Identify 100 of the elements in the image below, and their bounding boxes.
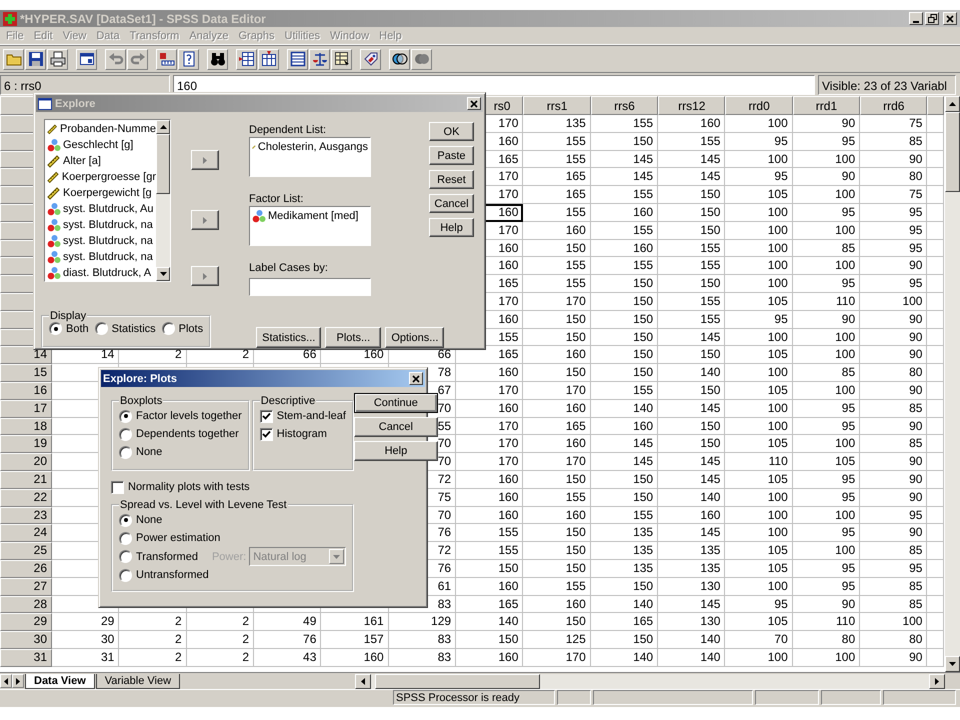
- dialog-button[interactable]: Reset: [429, 170, 474, 189]
- column-header[interactable]: rrd6: [860, 96, 928, 115]
- table-button[interactable]: [331, 48, 352, 70]
- folder-button[interactable]: [3, 48, 24, 70]
- dialog-button[interactable]: Statistics...: [256, 327, 322, 348]
- radio-button[interactable]: [119, 568, 132, 582]
- column-header[interactable]: [927, 96, 944, 115]
- checkbox[interactable]: [111, 480, 124, 494]
- variable-item[interactable]: syst. Blutdruck, na: [47, 233, 156, 249]
- redo-button[interactable]: [127, 48, 148, 70]
- circle-button[interactable]: [411, 48, 432, 70]
- dialog-button[interactable]: Help: [429, 218, 474, 237]
- dialog-button[interactable]: OK: [429, 122, 474, 141]
- dialog-button[interactable]: Plots...: [325, 327, 382, 348]
- column-header[interactable]: rrd0: [725, 96, 793, 115]
- row-header[interactable]: 24: [0, 524, 52, 542]
- transfer-button[interactable]: [191, 150, 219, 170]
- row-header[interactable]: 22: [0, 488, 52, 507]
- radio-button[interactable]: [94, 322, 108, 335]
- radio-option[interactable]: Power estimation: [119, 529, 220, 547]
- radio-button[interactable]: [162, 322, 175, 335]
- variable-item[interactable]: syst. Blutdruck, na: [47, 217, 156, 233]
- radio-button[interactable]: [119, 428, 132, 440]
- circles-button[interactable]: [389, 48, 410, 70]
- checkbox[interactable]: [260, 410, 273, 422]
- horizontal-scrollbar[interactable]: [355, 674, 945, 688]
- row-header[interactable]: 23: [0, 506, 52, 524]
- variable-list[interactable]: Probanden-Numme Geschlecht [g] Alter [a] Koerpergroesse [gr Koerpergewicht [g syst. Blutdruck, Au syst. Blutdruck, na syst. Blutdruck, na syst. Blutdruck, na diast. Blutdruck, A: [44, 119, 171, 282]
- transfer-button[interactable]: [191, 266, 219, 286]
- radio-button[interactable]: [119, 532, 132, 544]
- floppy-button[interactable]: [25, 48, 46, 70]
- column-header[interactable]: rrd1: [792, 96, 860, 115]
- dialog-button[interactable]: Paste: [429, 146, 474, 165]
- printer-button[interactable]: [47, 48, 68, 70]
- document-button[interactable]: [178, 48, 199, 70]
- variable-item[interactable]: Cholesterin, Ausgangs: [252, 139, 368, 155]
- window-button[interactable]: [76, 48, 97, 70]
- transfer-button[interactable]: [191, 210, 219, 230]
- radio-button[interactable]: [49, 322, 62, 335]
- next-tab-button[interactable]: [12, 674, 24, 688]
- radio-button[interactable]: [119, 514, 132, 526]
- sheet-tab[interactable]: Variable View: [96, 674, 180, 688]
- row-header[interactable]: 29: [0, 613, 52, 632]
- variable-item[interactable]: Koerpergewicht [g: [47, 185, 156, 201]
- row-header[interactable]: 14: [0, 346, 52, 364]
- row-header[interactable]: 19: [0, 435, 52, 454]
- dialog-button[interactable]: Continue: [354, 393, 438, 413]
- dialog-button[interactable]: Cancel: [429, 194, 474, 213]
- radio-option[interactable]: Transformed: [119, 548, 198, 566]
- radio-option[interactable]: Plots: [162, 322, 204, 335]
- row-header[interactable]: 15: [0, 364, 52, 382]
- column-header[interactable]: rrs1: [523, 96, 591, 115]
- restore-button[interactable]: [925, 12, 939, 25]
- radio-option[interactable]: Statistics: [94, 322, 156, 335]
- row-header[interactable]: 18: [0, 418, 52, 436]
- sheet-tab[interactable]: Data View: [25, 674, 95, 688]
- variable-item[interactable]: Koerpergroesse [gr: [47, 169, 156, 185]
- row-header[interactable]: 31: [0, 648, 52, 667]
- radio-option[interactable]: Dependents together: [119, 425, 242, 443]
- scroll-thumb[interactable]: [375, 674, 540, 688]
- close-button[interactable]: [409, 372, 423, 385]
- radio-option[interactable]: Untransformed: [119, 566, 209, 584]
- radio-option[interactable]: Both: [49, 322, 89, 335]
- radio-option[interactable]: None: [119, 511, 162, 529]
- row-header[interactable]: 30: [0, 631, 52, 649]
- scales-button[interactable]: [309, 48, 330, 70]
- binoculars-button[interactable]: [207, 48, 228, 70]
- factor-list[interactable]: Medikament [med]: [249, 206, 371, 246]
- variable-item[interactable]: Alter [a]: [47, 153, 156, 169]
- previous-tab-button[interactable]: [0, 674, 12, 688]
- checkbox-option[interactable]: Histogram: [260, 425, 346, 443]
- checkbox[interactable]: [260, 428, 273, 440]
- label-cases-field[interactable]: [249, 278, 371, 296]
- variable-item[interactable]: syst. Blutdruck, na: [47, 249, 156, 265]
- goto-button[interactable]: [156, 48, 177, 70]
- row-header[interactable]: 26: [0, 560, 52, 578]
- grid-button[interactable]: [287, 48, 308, 70]
- column-header[interactable]: rrs12: [658, 96, 726, 115]
- insert-row-button[interactable]: [236, 48, 257, 70]
- dialog-button[interactable]: Options...: [385, 327, 444, 348]
- scroll-thumb[interactable]: [945, 112, 960, 192]
- scroll-thumb[interactable]: [156, 134, 170, 194]
- dependent-list[interactable]: Cholesterin, Ausgangs: [249, 137, 371, 177]
- radio-button[interactable]: [119, 550, 132, 563]
- row-header[interactable]: 21: [0, 470, 52, 489]
- row-header[interactable]: 20: [0, 453, 52, 471]
- radio-option[interactable]: Factor levels together: [119, 407, 242, 425]
- tag-button[interactable]: [360, 48, 381, 70]
- dialog-button[interactable]: Cancel: [354, 417, 438, 437]
- row-header[interactable]: 25: [0, 542, 52, 560]
- column-header[interactable]: rrs6: [590, 96, 658, 115]
- variable-item[interactable]: Geschlecht [g]: [47, 137, 156, 153]
- radio-button[interactable]: [119, 410, 132, 422]
- close-button[interactable]: [467, 97, 481, 110]
- close-button[interactable]: [943, 12, 957, 25]
- row-header[interactable]: 28: [0, 596, 52, 614]
- dialog-button[interactable]: Help: [354, 441, 438, 461]
- variable-item[interactable]: Probanden-Numme: [47, 121, 156, 137]
- minimize-button[interactable]: [909, 12, 923, 25]
- checkbox-option[interactable]: Stem-and-leaf: [260, 407, 346, 425]
